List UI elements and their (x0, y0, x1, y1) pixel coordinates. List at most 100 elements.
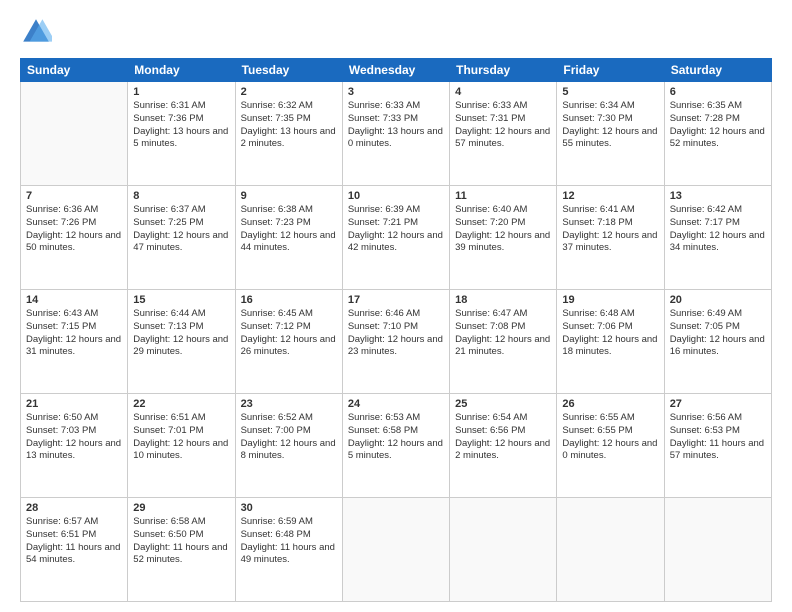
cell-info: Sunrise: 6:45 AM Sunset: 7:12 PM Dayligh… (241, 308, 337, 359)
sunrise: Sunrise: 6:52 AM (241, 412, 313, 423)
daylight: Daylight: 12 hours and 0 minutes. (562, 438, 657, 462)
weekday-header: Sunday (21, 59, 128, 82)
calendar-cell: 6 Sunrise: 6:35 AM Sunset: 7:28 PM Dayli… (664, 82, 771, 186)
day-number: 23 (241, 398, 337, 410)
cell-info: Sunrise: 6:46 AM Sunset: 7:10 PM Dayligh… (348, 308, 444, 359)
calendar-cell: 7 Sunrise: 6:36 AM Sunset: 7:26 PM Dayli… (21, 186, 128, 290)
sunset: Sunset: 7:35 PM (241, 113, 311, 124)
calendar-cell: 20 Sunrise: 6:49 AM Sunset: 7:05 PM Dayl… (664, 290, 771, 394)
daylight: Daylight: 12 hours and 52 minutes. (670, 126, 765, 150)
cell-info: Sunrise: 6:47 AM Sunset: 7:08 PM Dayligh… (455, 308, 551, 359)
day-number: 24 (348, 398, 444, 410)
cell-info: Sunrise: 6:52 AM Sunset: 7:00 PM Dayligh… (241, 412, 337, 463)
day-number: 6 (670, 86, 766, 98)
day-number: 17 (348, 294, 444, 306)
cell-info: Sunrise: 6:35 AM Sunset: 7:28 PM Dayligh… (670, 100, 766, 151)
weekday-header-row: SundayMondayTuesdayWednesdayThursdayFrid… (21, 59, 772, 82)
day-number: 8 (133, 190, 229, 202)
daylight: Daylight: 12 hours and 10 minutes. (133, 438, 228, 462)
weekday-header: Tuesday (235, 59, 342, 82)
day-number: 20 (670, 294, 766, 306)
day-number: 28 (26, 502, 122, 514)
weekday-header: Wednesday (342, 59, 449, 82)
sunset: Sunset: 7:26 PM (26, 217, 96, 228)
day-number: 30 (241, 502, 337, 514)
sunset: Sunset: 7:13 PM (133, 321, 203, 332)
calendar-cell (450, 498, 557, 602)
day-number: 1 (133, 86, 229, 98)
cell-info: Sunrise: 6:32 AM Sunset: 7:35 PM Dayligh… (241, 100, 337, 151)
sunrise: Sunrise: 6:47 AM (455, 308, 527, 319)
calendar-cell: 13 Sunrise: 6:42 AM Sunset: 7:17 PM Dayl… (664, 186, 771, 290)
daylight: Daylight: 12 hours and 57 minutes. (455, 126, 550, 150)
page: SundayMondayTuesdayWednesdayThursdayFrid… (0, 0, 792, 612)
sunrise: Sunrise: 6:37 AM (133, 204, 205, 215)
calendar-cell: 25 Sunrise: 6:54 AM Sunset: 6:56 PM Dayl… (450, 394, 557, 498)
day-number: 25 (455, 398, 551, 410)
sunset: Sunset: 7:31 PM (455, 113, 525, 124)
daylight: Daylight: 12 hours and 55 minutes. (562, 126, 657, 150)
daylight: Daylight: 12 hours and 29 minutes. (133, 334, 228, 358)
cell-info: Sunrise: 6:54 AM Sunset: 6:56 PM Dayligh… (455, 412, 551, 463)
calendar-cell: 15 Sunrise: 6:44 AM Sunset: 7:13 PM Dayl… (128, 290, 235, 394)
calendar-cell: 17 Sunrise: 6:46 AM Sunset: 7:10 PM Dayl… (342, 290, 449, 394)
weekday-header: Thursday (450, 59, 557, 82)
sunset: Sunset: 7:25 PM (133, 217, 203, 228)
daylight: Daylight: 12 hours and 42 minutes. (348, 230, 443, 254)
calendar-cell: 12 Sunrise: 6:41 AM Sunset: 7:18 PM Dayl… (557, 186, 664, 290)
calendar-cell: 24 Sunrise: 6:53 AM Sunset: 6:58 PM Dayl… (342, 394, 449, 498)
sunset: Sunset: 7:33 PM (348, 113, 418, 124)
header (20, 16, 772, 48)
sunrise: Sunrise: 6:34 AM (562, 100, 634, 111)
weekday-header: Monday (128, 59, 235, 82)
sunset: Sunset: 6:55 PM (562, 425, 632, 436)
daylight: Daylight: 11 hours and 49 minutes. (241, 542, 335, 566)
calendar-cell: 5 Sunrise: 6:34 AM Sunset: 7:30 PM Dayli… (557, 82, 664, 186)
calendar-cell: 26 Sunrise: 6:55 AM Sunset: 6:55 PM Dayl… (557, 394, 664, 498)
cell-info: Sunrise: 6:31 AM Sunset: 7:36 PM Dayligh… (133, 100, 229, 151)
cell-info: Sunrise: 6:50 AM Sunset: 7:03 PM Dayligh… (26, 412, 122, 463)
sunset: Sunset: 7:21 PM (348, 217, 418, 228)
sunrise: Sunrise: 6:57 AM (26, 516, 98, 527)
daylight: Daylight: 12 hours and 47 minutes. (133, 230, 228, 254)
sunset: Sunset: 7:15 PM (26, 321, 96, 332)
sunrise: Sunrise: 6:35 AM (670, 100, 742, 111)
day-number: 21 (26, 398, 122, 410)
sunrise: Sunrise: 6:59 AM (241, 516, 313, 527)
calendar-cell: 23 Sunrise: 6:52 AM Sunset: 7:00 PM Dayl… (235, 394, 342, 498)
daylight: Daylight: 11 hours and 54 minutes. (26, 542, 120, 566)
daylight: Daylight: 12 hours and 31 minutes. (26, 334, 121, 358)
sunset: Sunset: 6:51 PM (26, 529, 96, 540)
sunrise: Sunrise: 6:50 AM (26, 412, 98, 423)
daylight: Daylight: 12 hours and 18 minutes. (562, 334, 657, 358)
calendar-cell: 4 Sunrise: 6:33 AM Sunset: 7:31 PM Dayli… (450, 82, 557, 186)
sunrise: Sunrise: 6:48 AM (562, 308, 634, 319)
day-number: 19 (562, 294, 658, 306)
sunrise: Sunrise: 6:51 AM (133, 412, 205, 423)
calendar-week-row: 21 Sunrise: 6:50 AM Sunset: 7:03 PM Dayl… (21, 394, 772, 498)
daylight: Daylight: 11 hours and 52 minutes. (133, 542, 227, 566)
calendar-cell: 22 Sunrise: 6:51 AM Sunset: 7:01 PM Dayl… (128, 394, 235, 498)
cell-info: Sunrise: 6:58 AM Sunset: 6:50 PM Dayligh… (133, 516, 229, 567)
cell-info: Sunrise: 6:42 AM Sunset: 7:17 PM Dayligh… (670, 204, 766, 255)
daylight: Daylight: 12 hours and 16 minutes. (670, 334, 765, 358)
day-number: 14 (26, 294, 122, 306)
cell-info: Sunrise: 6:40 AM Sunset: 7:20 PM Dayligh… (455, 204, 551, 255)
calendar-cell: 9 Sunrise: 6:38 AM Sunset: 7:23 PM Dayli… (235, 186, 342, 290)
daylight: Daylight: 12 hours and 2 minutes. (455, 438, 550, 462)
daylight: Daylight: 13 hours and 2 minutes. (241, 126, 336, 150)
sunset: Sunset: 7:20 PM (455, 217, 525, 228)
sunrise: Sunrise: 6:36 AM (26, 204, 98, 215)
calendar-week-row: 1 Sunrise: 6:31 AM Sunset: 7:36 PM Dayli… (21, 82, 772, 186)
sunrise: Sunrise: 6:43 AM (26, 308, 98, 319)
calendar-cell: 28 Sunrise: 6:57 AM Sunset: 6:51 PM Dayl… (21, 498, 128, 602)
cell-info: Sunrise: 6:57 AM Sunset: 6:51 PM Dayligh… (26, 516, 122, 567)
calendar-cell: 29 Sunrise: 6:58 AM Sunset: 6:50 PM Dayl… (128, 498, 235, 602)
sunrise: Sunrise: 6:54 AM (455, 412, 527, 423)
daylight: Daylight: 12 hours and 37 minutes. (562, 230, 657, 254)
sunrise: Sunrise: 6:45 AM (241, 308, 313, 319)
cell-info: Sunrise: 6:59 AM Sunset: 6:48 PM Dayligh… (241, 516, 337, 567)
calendar-cell: 30 Sunrise: 6:59 AM Sunset: 6:48 PM Dayl… (235, 498, 342, 602)
daylight: Daylight: 12 hours and 50 minutes. (26, 230, 121, 254)
cell-info: Sunrise: 6:37 AM Sunset: 7:25 PM Dayligh… (133, 204, 229, 255)
